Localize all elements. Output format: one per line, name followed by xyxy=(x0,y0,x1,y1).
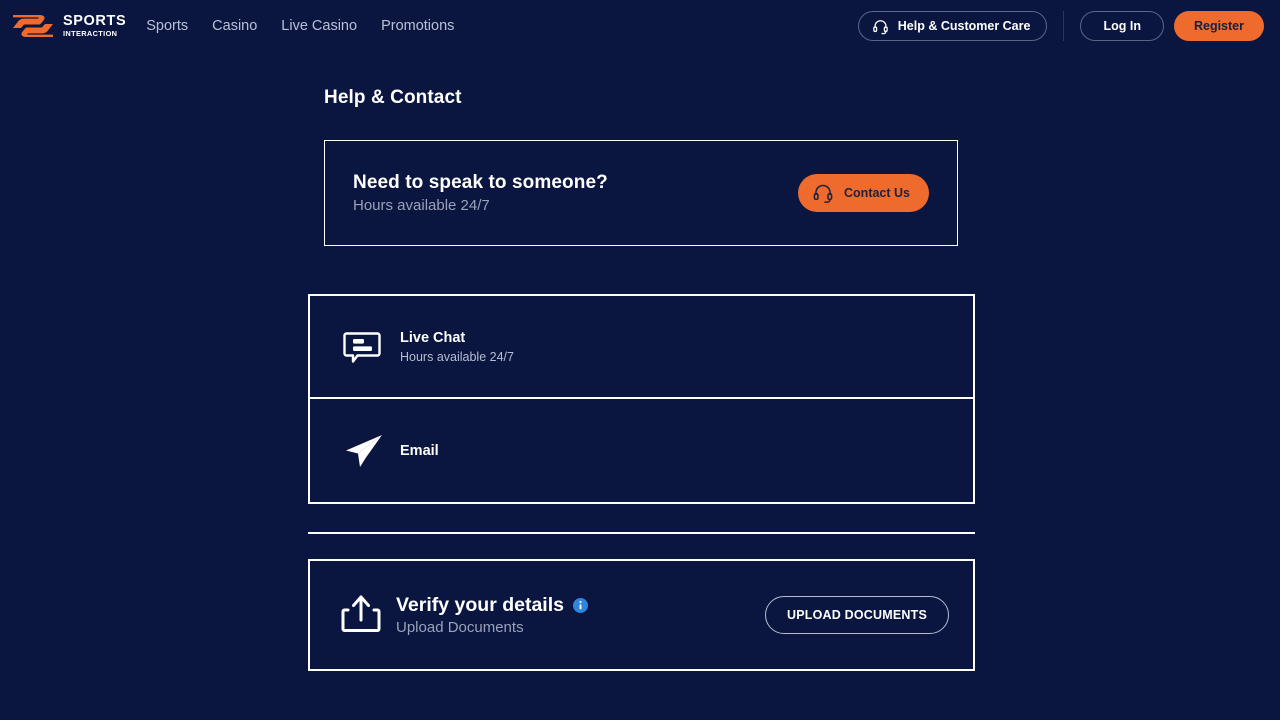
info-icon[interactable] xyxy=(573,598,588,613)
verify-title-row: Verify your details xyxy=(396,594,588,617)
verify-details-card: Verify your details Upload Documents UPL… xyxy=(308,559,975,671)
logo-line-2: INTERACTION xyxy=(63,30,127,38)
speak-card-texts: Need to speak to someone? Hours availabl… xyxy=(353,172,608,214)
chat-bubble-icon xyxy=(343,331,381,363)
speak-card-subtitle: Hours available 24/7 xyxy=(353,197,490,214)
speak-to-someone-card: Need to speak to someone? Hours availabl… xyxy=(324,140,958,246)
channel-row-email[interactable]: Email xyxy=(308,399,975,504)
nav-item-casino[interactable]: Casino xyxy=(212,18,257,34)
speak-card-title: Need to speak to someone? xyxy=(353,172,608,193)
headset-icon xyxy=(873,19,888,34)
nav-item-sports[interactable]: Sports xyxy=(146,18,188,34)
site-header: SPORTS INTERACTION Sports Casino Live Ca… xyxy=(0,0,1280,52)
paper-plane-icon-wrap xyxy=(342,431,388,471)
upload-icon xyxy=(341,595,381,632)
register-button[interactable]: Register xyxy=(1173,11,1264,41)
header-divider xyxy=(1063,11,1065,41)
help-customer-care-button[interactable]: Help & Customer Care xyxy=(857,11,1048,41)
paper-plane-icon xyxy=(346,434,382,467)
headset-icon xyxy=(813,184,833,203)
main-navigation: Sports Casino Live Casino Promotions xyxy=(146,18,454,34)
live-chat-texts: Live Chat Hours available 24/7 xyxy=(400,330,514,364)
page-title: Help & Contact xyxy=(324,87,462,108)
section-divider xyxy=(308,532,975,534)
verify-card-subtitle: Upload Documents xyxy=(396,619,524,636)
logo-line-1: SPORTS xyxy=(63,13,127,30)
contact-channels-list: Live Chat Hours available 24/7 Email xyxy=(308,294,975,504)
verify-card-title: Verify your details xyxy=(396,594,564,616)
site-logo[interactable]: SPORTS INTERACTION xyxy=(10,11,127,41)
channel-row-live-chat[interactable]: Live Chat Hours available 24/7 xyxy=(308,294,975,399)
live-chat-subtitle: Hours available 24/7 xyxy=(400,349,514,364)
chat-bubble-icon-wrap xyxy=(342,327,388,367)
logo-wordmark: SPORTS INTERACTION xyxy=(63,13,127,38)
sports-interaction-logo-icon xyxy=(13,15,53,37)
nav-item-live-casino[interactable]: Live Casino xyxy=(281,18,357,34)
help-customer-care-label: Help & Customer Care xyxy=(897,19,1031,33)
login-button[interactable]: Log In xyxy=(1080,11,1164,41)
nav-item-promotions[interactable]: Promotions xyxy=(381,18,454,34)
email-title: Email xyxy=(400,442,439,459)
upload-icon-wrap xyxy=(340,593,388,637)
header-actions: Help & Customer Care Log In Register xyxy=(857,11,1264,41)
contact-us-button[interactable]: Contact Us xyxy=(798,174,929,212)
live-chat-title: Live Chat xyxy=(400,329,466,346)
contact-us-label: Contact Us xyxy=(844,186,910,200)
verify-card-texts: Verify your details Upload Documents xyxy=(396,594,588,636)
upload-documents-button[interactable]: UPLOAD DOCUMENTS xyxy=(764,596,949,634)
